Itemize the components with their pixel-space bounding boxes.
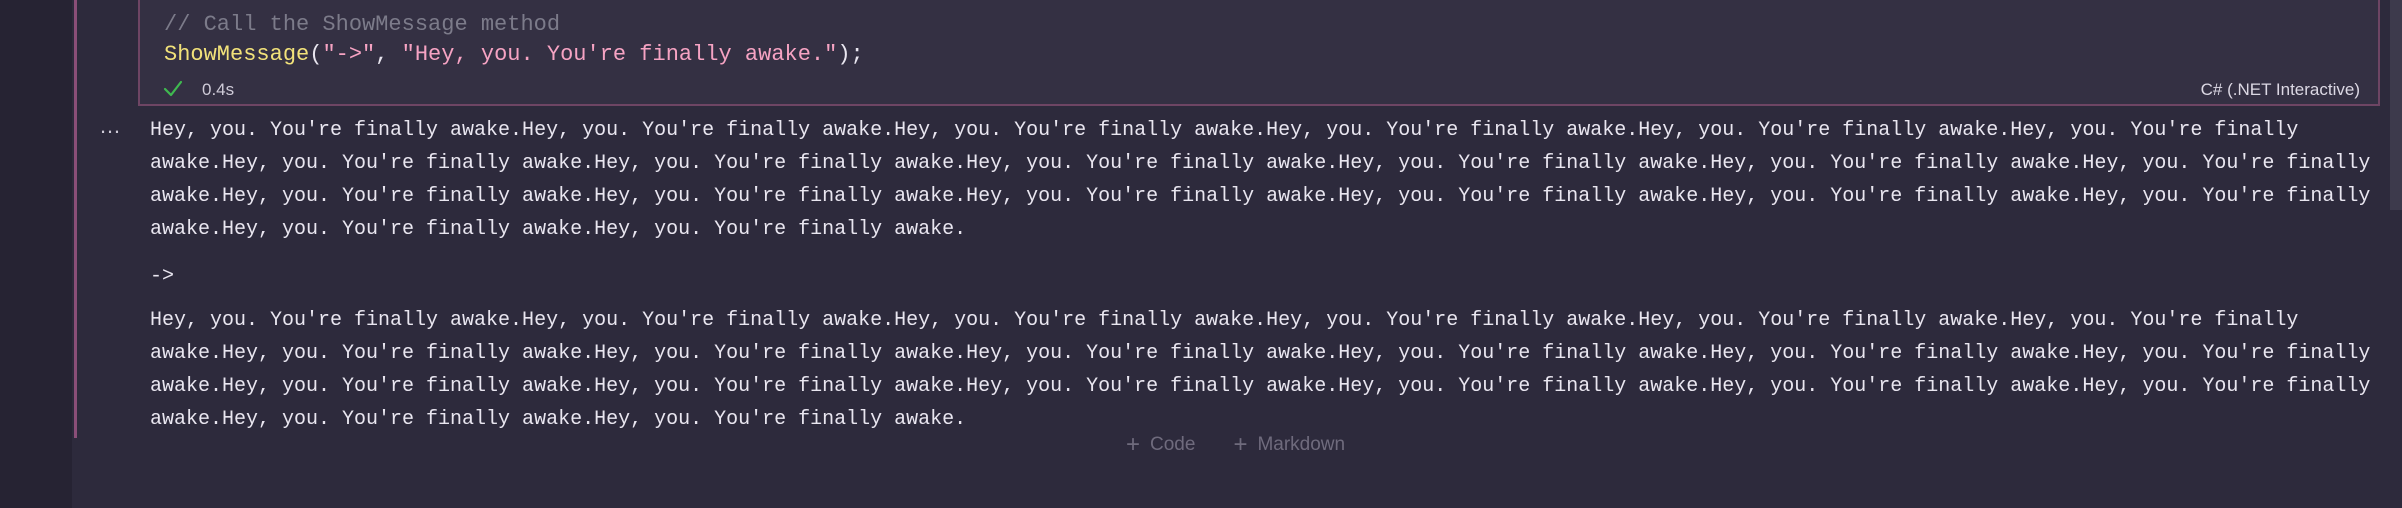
cell-focus-indicator — [74, 0, 77, 438]
plus-icon: + — [1126, 431, 1141, 458]
output-text-block: Hey, you. You're finally awake.Hey, you.… — [150, 119, 2371, 241]
code-separator: , — [375, 42, 402, 67]
code-statement-line: ShowMessage("->", "Hey, you. You're fina… — [164, 42, 864, 67]
plus-icon: + — [1233, 431, 1248, 458]
check-icon — [163, 80, 183, 97]
add-markdown-label: Markdown — [1257, 434, 1346, 455]
code-editor[interactable]: // Call the ShowMessage method ShowMessa… — [138, 0, 2380, 106]
execution-time: 0.4s — [202, 80, 235, 99]
vertical-scrollbar[interactable] — [2390, 0, 2402, 210]
add-cell-toolbar: + Code + Markdown — [1120, 432, 1351, 458]
code-comment-line: // Call the ShowMessage method — [164, 12, 561, 37]
kernel-picker[interactable]: C# (.NET Interactive) — [2201, 80, 2360, 100]
add-markdown-cell-button[interactable]: + Markdown — [1227, 432, 1351, 458]
ellipsis-icon[interactable]: … — [98, 115, 122, 137]
add-code-label: Code — [1150, 434, 1196, 455]
code-string-arg-2: "Hey, you. You're finally awake." — [401, 42, 838, 67]
output-arrow-text: -> — [150, 265, 175, 288]
code-open-paren: ( — [309, 42, 323, 67]
add-code-cell-button[interactable]: + Code — [1120, 432, 1201, 458]
left-gutter — [0, 0, 72, 508]
code-close: ); — [837, 42, 864, 67]
code-function-token: ShowMessage — [164, 42, 310, 67]
output-text-block: Hey, you. You're finally awake.Hey, you.… — [150, 309, 2371, 431]
code-string-arg-1: "->" — [322, 42, 376, 67]
